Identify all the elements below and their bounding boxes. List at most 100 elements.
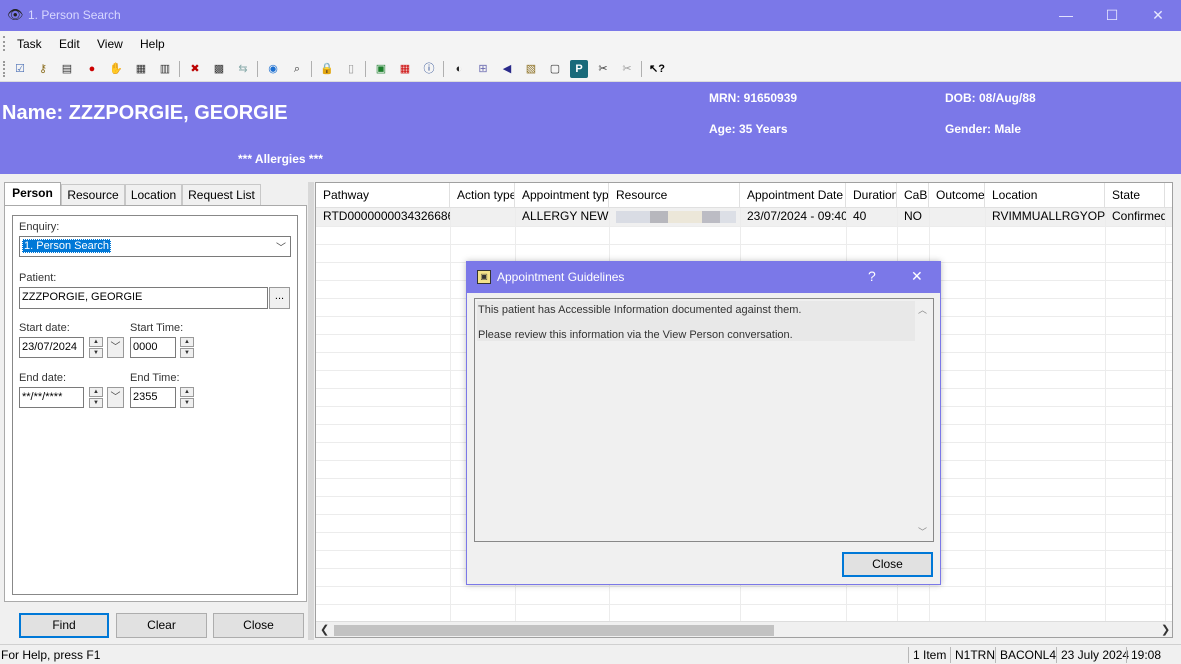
close-search-button[interactable]: Close: [213, 613, 304, 638]
start-date-input[interactable]: 23/07/2024: [19, 337, 84, 358]
notepad-icon[interactable]: ▤: [58, 60, 76, 78]
menu-task[interactable]: Task: [17, 37, 42, 51]
toolbar: ☑ ⚷ ▤ ● ✋ ▦ ▥ ✖ ▩ ⇆ ◉ ⌕ 🔒 ▯ ▣ ▦ ⓘ ◐ ⊞ ◀ …: [0, 56, 1181, 82]
dialog-close-button[interactable]: Close: [842, 552, 933, 577]
end-date-spinner[interactable]: ▲ ▼: [89, 387, 103, 408]
start-time-spinner[interactable]: ▲ ▼: [180, 337, 194, 358]
status-time: 19:08: [1131, 648, 1162, 662]
info-icon[interactable]: ⓘ: [420, 60, 438, 78]
menu-edit[interactable]: Edit: [59, 37, 80, 51]
start-time-input[interactable]: 0000: [130, 337, 176, 358]
calendar-icon[interactable]: ▦: [132, 60, 150, 78]
end-time-input[interactable]: 2355: [130, 387, 176, 408]
vertical-scrollbar[interactable]: ︿ ﹀: [915, 299, 931, 541]
patient-banner: Name: ZZZPORGIE, GEORGIE MRN: 91650939 D…: [0, 82, 1181, 174]
status-date: 23 July 2024: [1061, 648, 1130, 662]
end-time-label: End Time:: [130, 372, 180, 384]
scissors-gray-icon[interactable]: ✂: [618, 60, 636, 78]
grid-header: Pathway Action type Appointment type Res…: [316, 183, 1172, 208]
status-user: N1TRN: [955, 648, 996, 662]
end-date-label: End date:: [19, 372, 67, 384]
cancel-icon[interactable]: ✖: [186, 60, 204, 78]
search-icon[interactable]: ⌕: [288, 60, 306, 78]
p-icon[interactable]: P: [570, 60, 588, 78]
end-date-input[interactable]: **/**/****: [19, 387, 84, 408]
col-appointment-type[interactable]: Appointment type: [515, 183, 609, 208]
calendar-red-icon[interactable]: ▦: [396, 60, 414, 78]
card-icon[interactable]: ▥: [156, 60, 174, 78]
toolbar-grip: [3, 61, 5, 77]
tab-person[interactable]: Person: [4, 182, 61, 206]
start-date-dropdown[interactable]: ﹀: [107, 337, 124, 358]
dialog-close-icon[interactable]: ✕: [911, 268, 923, 285]
scroll-left-icon[interactable]: ❮: [320, 623, 329, 636]
dob-field: DOB: 08/Aug/88: [945, 91, 1036, 105]
end-date-dropdown[interactable]: ﹀: [107, 387, 124, 408]
dialog-app-icon: ▣: [477, 270, 491, 284]
horizontal-scrollbar[interactable]: ❮ ❯: [316, 621, 1172, 637]
pushpin-icon[interactable]: ●: [83, 60, 101, 78]
hand-icon[interactable]: ✋: [107, 60, 125, 78]
note-icon[interactable]: ▧: [522, 60, 540, 78]
scroll-right-icon[interactable]: ❯: [1161, 623, 1170, 636]
tab-body: Enquiry: 1. Person Search ﹀ Patient: ZZZ…: [4, 205, 307, 602]
minimize-button[interactable]: —: [1043, 0, 1089, 31]
scroll-down-icon[interactable]: ﹀: [918, 525, 927, 538]
clear-button[interactable]: Clear: [116, 613, 207, 638]
col-f[interactable]: F: [1165, 183, 1172, 208]
menu-help[interactable]: Help: [140, 37, 165, 51]
scrollbar-thumb[interactable]: [334, 625, 774, 636]
end-time-spinner[interactable]: ▲ ▼: [180, 387, 194, 408]
check-icon[interactable]: ☑: [11, 60, 29, 78]
col-cab[interactable]: CaB: [897, 183, 929, 208]
enquiry-select[interactable]: 1. Person Search ﹀: [19, 236, 291, 257]
search-form: Enquiry: 1. Person Search ﹀ Patient: ZZZ…: [12, 215, 298, 595]
table-row[interactable]: RTD00000000343266868 ALLERGY NEW 23/07/2…: [316, 208, 1172, 226]
start-date-spinner[interactable]: ▲ ▼: [89, 337, 103, 358]
circle-icon[interactable]: ◐: [450, 60, 468, 78]
col-appointment-date[interactable]: Appointment Date: [740, 183, 846, 208]
col-duration[interactable]: Duration: [846, 183, 897, 208]
grid-col-line: [1165, 208, 1166, 628]
appointment-guidelines-dialog: ▣ Appointment Guidelines ? ✕ This patien…: [466, 261, 941, 585]
col-action-type[interactable]: Action type: [450, 183, 515, 208]
lock-gray-icon[interactable]: ▯: [342, 60, 360, 78]
scroll-up-icon[interactable]: ︿: [918, 303, 927, 316]
flag-icon[interactable]: ◀: [498, 60, 516, 78]
guidelines-text-area[interactable]: This patient has Accessible Information …: [474, 298, 934, 542]
cell-state: Confirmed: [1112, 209, 1165, 223]
panel-splitter[interactable]: [308, 182, 314, 640]
person-key-icon[interactable]: ⚷: [34, 60, 52, 78]
guideline-line-2: Please review this information via the V…: [478, 329, 793, 341]
lock-icon[interactable]: 🔒: [318, 60, 336, 78]
col-state[interactable]: State: [1105, 183, 1165, 208]
image-search-icon[interactable]: ▢: [546, 60, 564, 78]
tab-resource[interactable]: Resource: [61, 184, 125, 206]
enquiry-label: Enquiry:: [19, 221, 60, 233]
tab-request-list[interactable]: Request List: [182, 184, 261, 206]
maximize-button[interactable]: ☐: [1089, 0, 1135, 31]
patient-browse-button[interactable]: ...: [269, 287, 290, 309]
col-resource[interactable]: Resource: [609, 183, 740, 208]
grid-row-line: [316, 244, 1172, 245]
patient-name: Name: ZZZPORGIE, GEORGIE: [2, 102, 288, 124]
film-icon[interactable]: ▩: [210, 60, 228, 78]
scissors-icon[interactable]: ✂: [594, 60, 612, 78]
dialog-help-button[interactable]: ?: [868, 268, 876, 284]
refresh-icon[interactable]: ◉: [264, 60, 282, 78]
transfer-icon[interactable]: ⇆: [234, 60, 252, 78]
tab-location[interactable]: Location: [125, 184, 182, 206]
close-window-button[interactable]: ✕: [1135, 0, 1181, 31]
find-button[interactable]: Find: [19, 613, 109, 638]
monitor-icon[interactable]: ▣: [372, 60, 390, 78]
menu-view[interactable]: View: [97, 37, 123, 51]
help-cursor-icon[interactable]: ↖?: [648, 60, 666, 78]
cell-f: T: [1165, 208, 1172, 226]
allergies-banner[interactable]: *** Allergies ***: [238, 152, 323, 166]
grid-icon[interactable]: ⊞: [474, 60, 492, 78]
col-outcome[interactable]: Outcome: [929, 183, 985, 208]
menu-bar: Task Edit View Help: [0, 31, 1181, 56]
patient-input[interactable]: ZZZPORGIE, GEORGIE: [19, 287, 268, 309]
col-location[interactable]: Location: [985, 183, 1105, 208]
col-pathway[interactable]: Pathway: [316, 183, 450, 208]
